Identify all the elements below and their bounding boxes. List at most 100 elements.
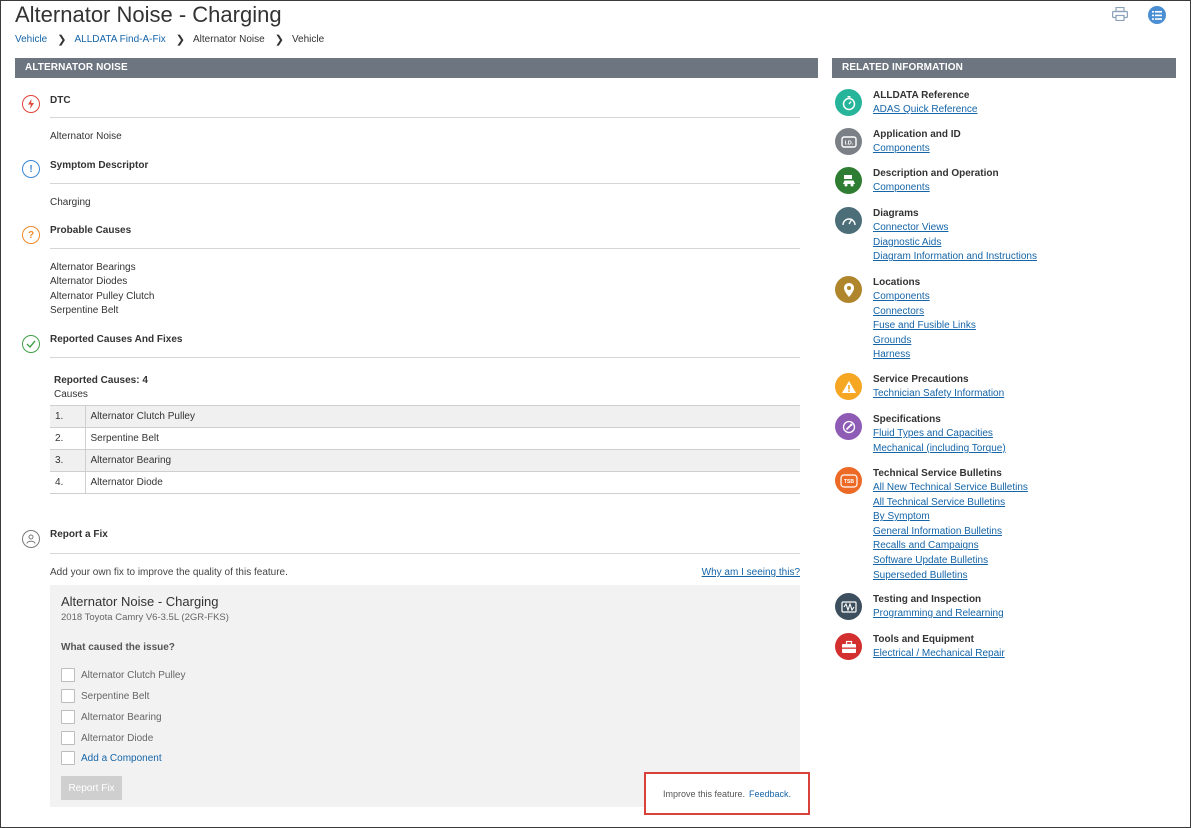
dtc-heading: DTC <box>50 95 71 106</box>
related-title: Description and Operation <box>873 168 999 179</box>
related-link[interactable]: Fluid Types and Capacities <box>873 427 1006 442</box>
related-title: Tools and Equipment <box>873 634 974 645</box>
related-title: Service Precautions <box>873 374 969 385</box>
related-link[interactable]: Diagram Information and Instructions <box>873 250 1037 265</box>
related-link[interactable]: Connectors <box>873 305 976 320</box>
related-link[interactable]: Harness <box>873 348 976 363</box>
related-panel-header: RELATED INFORMATION <box>832 58 1176 78</box>
breadcrumb-alternator-noise: Alternator Noise <box>193 34 265 45</box>
causes-table: 1. Alternator Clutch Pulley 2. Serpentine … <box>50 405 800 494</box>
feedback-text: Improve this feature. <box>662 788 745 799</box>
toolbox-icon <box>835 633 862 660</box>
divider <box>50 117 800 118</box>
breadcrumb: Vehicle ❯ ALLDATA Find-A-Fix ❯ Alternato… <box>15 33 324 46</box>
related-link[interactable]: Diagnostic Aids <box>873 236 1037 251</box>
feedback-callout: Improve this feature. Feedback. <box>644 772 810 815</box>
wrench-icon <box>835 413 862 440</box>
related-title: Testing and Inspection <box>873 594 982 605</box>
row-number: 4. <box>50 471 86 494</box>
list-item: Alternator Pulley Clutch <box>50 291 155 302</box>
list-item: Alternator Bearings <box>50 262 136 273</box>
table-row: 1. Alternator Clutch Pulley <box>50 405 800 428</box>
related-link[interactable]: Components <box>873 142 961 157</box>
related-link[interactable]: ADAS Quick Reference <box>873 103 978 118</box>
cause-option-diode[interactable]: Alternator Diode <box>61 731 153 745</box>
related-link[interactable]: Components <box>873 290 976 305</box>
cause-option-clutch-pulley[interactable]: Alternator Clutch Pulley <box>61 668 186 682</box>
related-link[interactable]: Connector Views <box>873 221 1037 236</box>
cause-question: What caused the issue? <box>61 642 175 653</box>
divider <box>50 248 800 249</box>
question-icon: ? <box>22 226 40 244</box>
related-title: ALLDATA Reference <box>873 90 970 101</box>
warning-icon <box>835 373 862 400</box>
cause-option-bearing[interactable]: Alternator Bearing <box>61 710 162 724</box>
info-exclamation-icon: ! <box>22 160 40 178</box>
symptom-value: Charging <box>50 197 91 208</box>
location-pin-icon <box>835 276 862 303</box>
row-cause: Alternator Clutch Pulley <box>85 405 800 428</box>
related-link[interactable]: Recalls and Campaigns <box>873 539 1028 554</box>
dtc-value: Alternator Noise <box>50 131 122 142</box>
table-row: 2. Serpentine Belt <box>50 427 800 450</box>
checkbox[interactable] <box>61 731 75 745</box>
row-number: 2. <box>50 427 86 450</box>
chevron-right-icon: ❯ <box>175 34 186 46</box>
table-row: 4. Alternator Diode <box>50 471 800 494</box>
related-link[interactable]: All New Technical Service Bulletins <box>873 481 1028 496</box>
checkbox[interactable] <box>61 668 75 682</box>
row-number: 1. <box>50 405 86 428</box>
related-title: Diagrams <box>873 208 919 219</box>
causes-label: Causes <box>54 389 88 400</box>
row-cause: Alternator Bearing <box>85 449 800 472</box>
row-cause: Alternator Diode <box>85 471 800 494</box>
divider <box>50 357 800 358</box>
checkbox[interactable] <box>61 689 75 703</box>
list-item: Alternator Diodes <box>50 276 128 287</box>
tsb-icon: TSB <box>835 467 862 494</box>
related-link[interactable]: All Technical Service Bulletins <box>873 496 1028 511</box>
page-actions <box>1112 6 1166 24</box>
related-link[interactable]: Fuse and Fusible Links <box>873 319 976 334</box>
related-link[interactable]: Technician Safety Information <box>873 387 1004 402</box>
report-fix-button[interactable]: Report Fix <box>61 776 122 800</box>
related-title: Technical Service Bulletins <box>873 468 1002 479</box>
related-title: Specifications <box>873 414 941 425</box>
related-link[interactable]: General Information Bulletins <box>873 525 1028 540</box>
related-link[interactable]: Programming and Relearning <box>873 607 1004 622</box>
related-link[interactable]: Grounds <box>873 334 976 349</box>
toc-menu-icon[interactable] <box>1148 6 1166 24</box>
print-icon[interactable] <box>1112 6 1129 24</box>
lightning-icon <box>22 95 40 113</box>
page-title: Alternator Noise - Charging <box>15 2 282 27</box>
checkbox[interactable] <box>61 710 75 724</box>
breadcrumb-vehicle-current: Vehicle <box>291 34 325 45</box>
stopwatch-icon <box>835 89 862 116</box>
add-component-option[interactable]: Add a Component <box>61 751 162 765</box>
divider <box>50 553 800 554</box>
related-link[interactable]: By Symptom <box>873 510 1028 525</box>
feedback-link[interactable]: Feedback. <box>749 789 791 799</box>
related-link[interactable]: Mechanical (including Torque) <box>873 442 1006 457</box>
related-link[interactable]: Electrical / Mechanical Repair <box>873 647 1005 662</box>
related-link[interactable]: Software Update Bulletins <box>873 554 1028 569</box>
car-info-icon <box>835 167 862 194</box>
symptom-heading: Symptom Descriptor <box>50 160 149 171</box>
probable-causes-heading: Probable Causes <box>50 225 132 236</box>
chevron-right-icon: ❯ <box>57 34 67 46</box>
reported-causes-heading: Reported Causes And Fixes <box>50 334 183 345</box>
oscilloscope-icon <box>835 593 862 620</box>
why-am-i-seeing-this-link[interactable]: Why am I seeing this? <box>702 567 800 578</box>
breadcrumb-find-a-fix[interactable]: ALLDATA Find-A-Fix <box>74 34 165 45</box>
breadcrumb-vehicle[interactable]: Vehicle <box>15 34 47 45</box>
id-card-icon: I.D. <box>835 128 862 155</box>
related-link[interactable]: Superseded Bulletins <box>873 569 1028 584</box>
report-fix-heading: Report a Fix <box>50 529 108 540</box>
related-link[interactable]: Components <box>873 181 999 196</box>
related-title: Locations <box>873 277 921 288</box>
cause-option-serpentine-belt[interactable]: Serpentine Belt <box>61 689 149 703</box>
main-panel-header: ALTERNATOR NOISE <box>15 58 818 78</box>
fix-form-title: Alternator Noise - Charging <box>61 594 219 609</box>
table-row: 3. Alternator Bearing <box>50 449 800 472</box>
checkbox[interactable] <box>61 751 75 765</box>
